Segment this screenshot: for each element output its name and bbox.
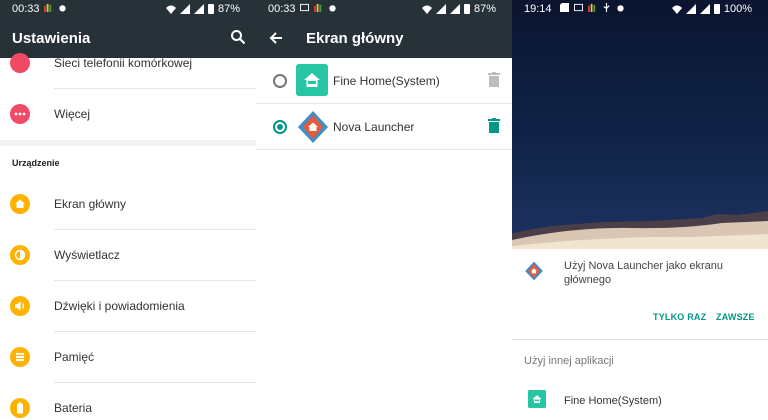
bars-icon: [588, 3, 596, 12]
default-app-dialog: Użyj Nova Launcher jako ekranu głównego …: [512, 249, 768, 420]
app-bar: Ekran główny: [256, 18, 512, 58]
settings-panel: 00:33 87% Ustawienia Sieci telefonii kom…: [0, 0, 256, 420]
wallpaper: [512, 18, 768, 249]
settings-item-label: Ekran główny: [54, 197, 127, 211]
status-time: 00:33: [268, 3, 296, 15]
back-arrow-icon[interactable]: [268, 30, 284, 46]
settings-item-mobile-networks[interactable]: Sieci telefonii komórkowej: [0, 38, 256, 89]
fine-home-icon[interactable]: [528, 390, 546, 408]
network-card: Sieci telefonii komórkowej Więcej: [0, 53, 256, 140]
nova-launcher-icon: [298, 111, 328, 143]
bomb-icon: [59, 5, 66, 12]
status-bar: 19:14 100%: [512, 0, 768, 18]
battery-status-icon: [207, 4, 214, 14]
wifi-icon: [421, 5, 432, 14]
battery-icon: [10, 398, 30, 418]
status-right: 87%: [165, 3, 240, 15]
delete-icon[interactable]: [488, 72, 500, 88]
settings-item-storage[interactable]: Pamięć: [0, 332, 256, 383]
settings-item-label: Wyświetlacz: [54, 248, 120, 262]
always-button[interactable]: ZAWSZE: [716, 312, 755, 322]
battery-percent: 87%: [473, 3, 496, 15]
just-once-button[interactable]: TYLKO RAZ: [653, 312, 706, 322]
settings-item-label: Sieci telefonii komórkowej: [54, 56, 193, 70]
status-time: 19:14: [524, 3, 552, 15]
home-screen-panel: 00:33 87% Ekran główny Fine Home(System): [256, 0, 512, 420]
settings-item-label: Dźwięki i powiadomienia: [54, 299, 185, 313]
battery-status-icon: [713, 4, 720, 14]
settings-item-label: Bateria: [54, 401, 93, 415]
wifi-icon: [165, 5, 176, 14]
divider: [256, 149, 512, 150]
bars-icon: [314, 3, 322, 12]
section-header: Urządzenie: [12, 158, 60, 168]
signal-icon: [179, 4, 190, 14]
sd-card-icon: [560, 3, 569, 12]
volume-icon: [10, 296, 30, 316]
usb-icon: [603, 3, 610, 12]
delete-icon[interactable]: [488, 118, 500, 134]
home-icon: [10, 194, 30, 214]
nova-launcher-icon: [525, 261, 543, 281]
signal-icon-2: [193, 4, 204, 14]
signal-icon-2: [449, 4, 460, 14]
notification-icons: [560, 3, 625, 12]
settings-item-home-screen[interactable]: Ekran główny: [0, 179, 256, 230]
radio-button-selected[interactable]: [273, 120, 287, 134]
settings-item-sound[interactable]: Dźwięki i powiadomienia: [0, 281, 256, 332]
signal-icon: [685, 4, 696, 14]
battery-percent: 100%: [723, 3, 752, 15]
settings-item-label: Pamięć: [54, 350, 95, 364]
device-card: Urządzenie Ekran główny Wyświetlacz Dźwi…: [0, 146, 256, 420]
status-right: 100%: [671, 3, 752, 15]
status-right: 87%: [421, 3, 496, 15]
settings-item-label: Więcej: [54, 107, 91, 121]
status-bar: 00:33 87%: [0, 0, 256, 18]
settings-item-display[interactable]: Wyświetlacz: [0, 230, 256, 281]
notification-icons: [44, 3, 67, 12]
fine-home-icon: [296, 64, 328, 96]
storage-icon: [10, 347, 30, 367]
bars-icon: [44, 3, 52, 12]
status-time: 00:33: [12, 3, 40, 15]
signal-icon: [435, 4, 446, 14]
launcher-label: Nova Launcher: [333, 120, 415, 134]
more-icon: [10, 104, 30, 124]
battery-status-icon: [463, 4, 470, 14]
radio-button[interactable]: [273, 74, 287, 88]
signal-icon-2: [699, 4, 710, 14]
image-icon: [574, 3, 583, 12]
launcher-option-fine-home[interactable]: Fine Home(System): [256, 58, 512, 104]
launcher-option-nova[interactable]: Nova Launcher: [256, 104, 512, 150]
other-app-option[interactable]: Fine Home(System): [564, 395, 662, 407]
wifi-icon: [671, 5, 682, 14]
other-apps-label: Użyj innej aplikacji: [524, 355, 614, 367]
status-bar: 00:33 87%: [256, 0, 512, 18]
battery-percent: 87%: [217, 3, 240, 15]
page-title: Ekran główny: [306, 30, 404, 47]
notification-icons: [300, 3, 337, 12]
settings-item-battery[interactable]: Bateria: [0, 383, 256, 420]
antenna-icon: [10, 53, 30, 73]
bomb-icon: [617, 5, 624, 12]
launcher-label: Fine Home(System): [333, 74, 440, 88]
brightness-icon: [10, 245, 30, 265]
image-icon: [300, 3, 309, 12]
dialog-question: Użyj Nova Launcher jako ekranu głównego: [564, 260, 723, 286]
divider: [512, 339, 768, 340]
chooser-panel: 19:14 100% Użyj Nova Launcher jako ekran…: [512, 0, 768, 420]
settings-item-more[interactable]: Więcej: [0, 89, 256, 140]
bomb-icon: [329, 5, 336, 12]
